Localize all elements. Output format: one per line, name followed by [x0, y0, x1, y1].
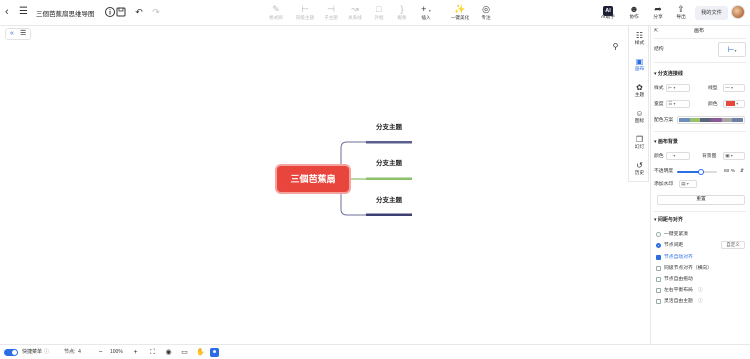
bg-color-select[interactable]: ▾: [666, 152, 690, 160]
structure-select[interactable]: ⊢▾: [718, 42, 746, 57]
slides-icon: ❐: [635, 135, 644, 144]
node-spacing-label: 节点间距: [664, 243, 684, 248]
branch-underline-3: [366, 213, 412, 216]
palette-color-swatch: [679, 118, 690, 122]
line-style-select[interactable]: ⊢ ▾: [666, 84, 690, 92]
branch-color-select[interactable]: ▾: [723, 100, 745, 108]
opacity-label: 不透明度: [654, 169, 674, 174]
assistant-bot-icon[interactable]: ☻: [210, 348, 219, 357]
help-icon[interactable]: ⓘ: [44, 349, 49, 356]
zoom-out-icon[interactable]: −: [96, 348, 105, 357]
tab-slides[interactable]: ❐ 幻灯: [629, 132, 650, 154]
palette-label: 配色方案: [654, 118, 674, 123]
auto-compact-radio[interactable]: [656, 232, 661, 237]
icons-icon: ☺: [635, 109, 644, 118]
branch-underline-1: [366, 141, 412, 144]
tab-style[interactable]: ☷ 样式: [629, 28, 650, 50]
watermark-label: 添加水印: [654, 182, 674, 187]
opacity-value[interactable]: 60 %: [724, 168, 735, 175]
custom-spacing-button[interactable]: 自定义: [721, 241, 745, 249]
node-spacing-radio[interactable]: [656, 243, 661, 248]
zoom-in-icon[interactable]: +: [131, 348, 140, 357]
line-type-label: 线型: [708, 86, 718, 91]
quick-menu-toggle[interactable]: [4, 349, 18, 356]
watermark-select[interactable]: ▤ ▾: [679, 180, 697, 188]
line-type-select[interactable]: — ▾: [723, 84, 745, 92]
palette-color-swatch: [689, 118, 701, 122]
tab-history[interactable]: ↺ 历史: [629, 158, 650, 180]
reset-button[interactable]: 重置: [657, 195, 745, 205]
option-checkbox[interactable]: [656, 277, 661, 282]
canvas-section-title[interactable]: ▾ 画布背景: [654, 139, 678, 146]
branch-section-title[interactable]: ▾ 分支连接线: [654, 71, 683, 78]
structure-label: 结构: [654, 47, 664, 52]
panel-collapse-icon[interactable]: ⇱: [654, 28, 658, 35]
bg-image-select[interactable]: ▣ ▾: [723, 152, 745, 160]
divider: [654, 211, 746, 212]
auto-compact-label: 一键变紧凑: [664, 232, 688, 237]
bg-color-label: 颜色: [654, 154, 664, 159]
option-label: 左右平衡布局: [664, 288, 693, 293]
status-bar: 快捷菜单 ⓘ 节点: 4 − 100% + ⛶ ◉ ▭ ✋ ☻: [0, 344, 750, 359]
help-icon[interactable]: ⓘ: [698, 298, 703, 305]
presentation-icon[interactable]: ▭: [180, 348, 189, 357]
branch-topic[interactable]: 分支主题: [366, 123, 412, 132]
style-label: 样式: [654, 86, 664, 91]
option-checkbox[interactable]: [656, 255, 661, 260]
side-tab-bar: ☷ 样式 ▣ 画布 ✿ 主题 ☺ 图标 ❐ 幻灯 ↺ 历史: [628, 26, 649, 182]
palette-color-swatch: [711, 118, 722, 122]
palette-color-swatch: [721, 118, 733, 122]
divider: [654, 131, 746, 132]
opacity-stepper-icon[interactable]: ⇵: [740, 168, 744, 175]
help-icon[interactable]: ⓘ: [698, 287, 703, 294]
option-label: 同级节点对齐（横向）: [664, 266, 712, 271]
tab-canvas[interactable]: ▣ 画布: [629, 54, 650, 76]
hand-tool-icon[interactable]: ✋: [196, 348, 205, 357]
panel-title: 画布: [694, 28, 705, 34]
layout-section-title[interactable]: ▾ 间距与对齐: [654, 217, 683, 224]
width-label: 宽度: [654, 102, 664, 107]
canvas-icon: ▣: [635, 57, 644, 66]
bg-image-label: 背景图: [702, 154, 717, 159]
option-checkbox[interactable]: [656, 266, 661, 271]
root-topic[interactable]: 三個芭蕉扇: [277, 166, 349, 192]
color-label: 颜色: [708, 102, 718, 107]
opacity-slider-handle[interactable]: [698, 169, 704, 175]
option-checkbox[interactable]: [656, 299, 661, 304]
theme-icon: ✿: [636, 83, 643, 92]
palette-color-swatch: [700, 118, 712, 122]
node-count: 节点: 4: [64, 349, 81, 355]
fit-screen-icon[interactable]: ⛶: [148, 348, 157, 357]
branch-topic[interactable]: 分支主题: [366, 159, 412, 168]
divider: [654, 38, 746, 39]
option-label: 节点自由拖动: [664, 277, 693, 282]
line-width-select[interactable]: ☰ ▾: [666, 100, 690, 108]
option-label: 节点自动对齐: [664, 255, 693, 260]
branch-topic[interactable]: 分支主题: [366, 196, 412, 205]
divider: [654, 62, 746, 63]
quick-menu-label: 快捷菜单: [22, 349, 43, 355]
zoom-level[interactable]: 100%: [110, 349, 123, 356]
tab-icons[interactable]: ☺ 图标: [629, 106, 650, 128]
color-swatch: [726, 101, 735, 106]
history-icon: ↺: [636, 161, 643, 170]
opacity-slider[interactable]: [677, 169, 717, 175]
branch-underline-2: [366, 177, 412, 180]
palette-strip: [679, 118, 744, 122]
option-checkbox[interactable]: [656, 288, 661, 293]
locate-icon[interactable]: ◉: [164, 348, 173, 357]
style-icon: ☷: [635, 31, 644, 40]
tab-theme[interactable]: ✿ 主题: [629, 80, 650, 102]
option-label: 灵活自由主题: [664, 299, 693, 304]
palette-color-swatch: [732, 118, 744, 122]
palette-select[interactable]: [677, 116, 745, 124]
